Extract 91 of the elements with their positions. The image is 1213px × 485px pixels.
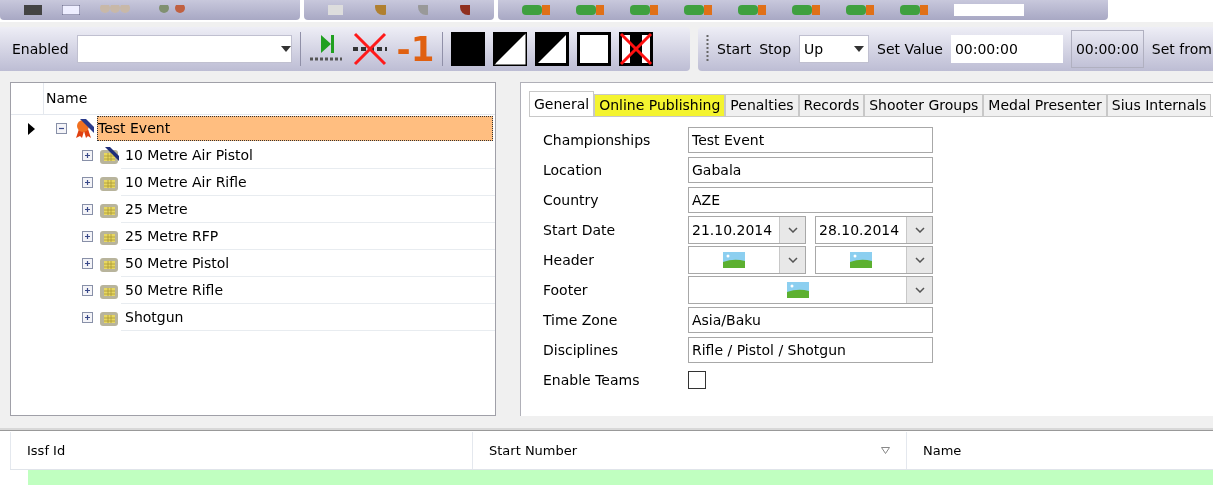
- image-icon: [786, 282, 809, 298]
- tab[interactable]: Shooter Groups: [864, 94, 984, 117]
- set-value-label: Set Value: [877, 39, 943, 59]
- expand-icon[interactable]: [81, 177, 93, 188]
- sort-icon: [881, 447, 890, 454]
- marked-target-box-icon: [99, 146, 119, 165]
- dropdown-button[interactable]: [906, 277, 932, 303]
- expand-icon[interactable]: [81, 312, 93, 323]
- field-label: Disciplines: [543, 340, 619, 360]
- date-picker[interactable]: 28.10.2014: [815, 216, 933, 244]
- grip-icon[interactable]: [706, 35, 709, 63]
- text-field[interactable]: Gabala: [688, 157, 933, 183]
- collapse-icon[interactable]: [55, 123, 67, 134]
- expand-icon[interactable]: [81, 204, 93, 215]
- time-field[interactable]: 00:00:00: [950, 35, 1063, 63]
- delete-shots-icon[interactable]: [350, 32, 389, 66]
- image-picker[interactable]: [688, 246, 806, 274]
- tab[interactable]: Penalties: [725, 94, 799, 117]
- tree-node[interactable]: Shotgun: [121, 304, 495, 331]
- stop-button[interactable]: Stop: [759, 38, 792, 60]
- station-icon[interactable]: [522, 5, 552, 15]
- image-icon: [850, 252, 872, 268]
- station-icon[interactable]: [738, 5, 768, 15]
- text-field[interactable]: Test Event: [688, 127, 933, 153]
- caret-icon: [914, 257, 925, 263]
- column-header[interactable]: Start Number: [472, 432, 906, 469]
- station-icon[interactable]: [846, 5, 876, 15]
- column-header[interactable]: Name: [43, 83, 495, 114]
- tool-icon[interactable]: [328, 5, 344, 15]
- start-button[interactable]: Start: [717, 38, 752, 60]
- tree-node[interactable]: 50 Metre Pistol: [121, 250, 495, 277]
- tool-icon[interactable]: [62, 5, 80, 15]
- station-icon[interactable]: [630, 5, 660, 15]
- clock-display: 00:00:00: [1070, 30, 1144, 68]
- dropdown-button[interactable]: [906, 217, 932, 243]
- direction-combo[interactable]: Up: [799, 35, 870, 63]
- station-icon[interactable]: [792, 5, 822, 15]
- tree-node[interactable]: 10 Metre Air Pistol: [121, 142, 495, 169]
- half-square-icon[interactable]: [493, 32, 528, 66]
- toolbar-field[interactable]: [954, 4, 1024, 16]
- medal-icon[interactable]: [459, 5, 470, 15]
- field-label: Header: [543, 250, 595, 270]
- text-field[interactable]: Rifle / Pistol / Shotgun: [688, 337, 933, 363]
- field-label: Championships: [543, 130, 652, 150]
- expand-icon[interactable]: [81, 258, 93, 269]
- dropdown-button[interactable]: [779, 247, 805, 273]
- empty-square-icon[interactable]: [577, 32, 612, 66]
- station-icon[interactable]: [684, 5, 714, 15]
- caret-icon: [787, 227, 798, 233]
- checkbox[interactable]: [688, 371, 706, 389]
- caret-icon: [854, 46, 865, 52]
- filled-square-icon[interactable]: [451, 32, 486, 66]
- image-picker[interactable]: [815, 246, 933, 274]
- field-label: Start Date: [543, 220, 617, 240]
- tab[interactable]: Medal Presenter: [983, 94, 1107, 117]
- tree-node[interactable]: 50 Metre Rifle: [121, 277, 495, 304]
- caret-icon: [914, 227, 925, 233]
- field-label: Location: [543, 160, 604, 180]
- column-header[interactable]: Issf Id: [10, 432, 472, 469]
- field-label: Footer: [543, 280, 589, 300]
- half-square-icon[interactable]: [535, 32, 570, 66]
- set-from-button[interactable]: Set from: [1151, 38, 1212, 60]
- tree-node[interactable]: 25 Metre: [121, 196, 495, 223]
- tab[interactable]: General: [529, 91, 595, 117]
- tree-node[interactable]: 25 Metre RFP: [121, 223, 495, 250]
- text-field[interactable]: Asia/Baku: [688, 307, 933, 333]
- tree-node[interactable]: 10 Metre Air Rifle: [121, 169, 495, 196]
- caret-icon: [787, 257, 798, 263]
- text-field[interactable]: AZE: [688, 187, 933, 213]
- date-picker[interactable]: 21.10.2014: [688, 216, 806, 244]
- expand-icon[interactable]: [81, 150, 93, 161]
- filter-label: Enabled: [12, 39, 69, 59]
- filter-combo[interactable]: [76, 35, 292, 63]
- crossed-square-icon[interactable]: [619, 32, 654, 66]
- field-label: Enable Teams: [543, 370, 641, 390]
- image-icon: [723, 252, 745, 268]
- ribbon-icon: [74, 118, 94, 139]
- caret-icon: [914, 287, 925, 293]
- station-icon[interactable]: [900, 5, 930, 15]
- image-picker[interactable]: [688, 276, 933, 304]
- expand-icon[interactable]: [81, 285, 93, 296]
- field-label: Time Zone: [543, 310, 619, 330]
- tab[interactable]: Online Publishing: [594, 94, 726, 117]
- expand-icon[interactable]: [81, 231, 93, 242]
- tree-node[interactable]: Test Event: [97, 116, 493, 141]
- field-label: Country: [543, 190, 600, 210]
- dropdown-button[interactable]: [779, 217, 805, 243]
- column-header[interactable]: Name: [906, 432, 1213, 469]
- caret-icon: [280, 46, 291, 52]
- dropdown-button[interactable]: [906, 247, 932, 273]
- station-icon[interactable]: [576, 5, 606, 15]
